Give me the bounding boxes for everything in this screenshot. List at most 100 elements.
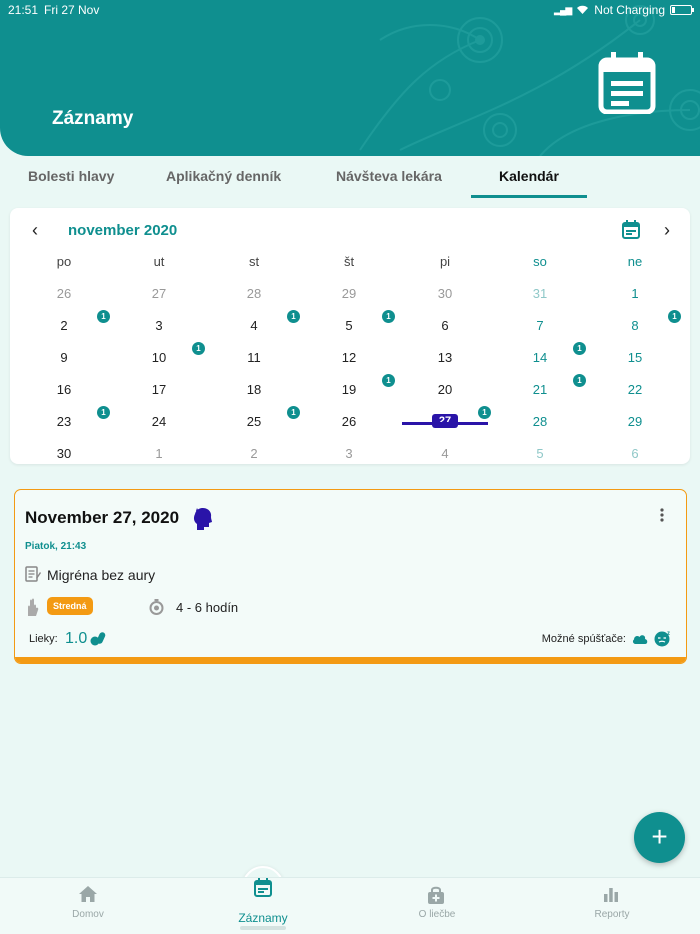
- meds-label: Lieky:: [29, 633, 58, 645]
- calendar-day[interactable]: 29: [329, 286, 369, 301]
- calendar-day[interactable]: 6: [425, 318, 465, 333]
- tab-app-diary[interactable]: Aplikačný denník: [166, 168, 281, 184]
- weekday-label: po: [56, 254, 72, 269]
- header: Záznamy: [0, 0, 700, 156]
- calendar-day[interactable]: 14: [520, 350, 560, 365]
- signal-icon: ▂▄▆: [554, 4, 572, 15]
- nav-home[interactable]: Domov: [18, 878, 158, 934]
- calendar-day[interactable]: 4: [234, 318, 274, 333]
- entry-count-badge: 1: [478, 406, 491, 419]
- active-nav-shadow: [240, 926, 286, 930]
- status-date: Fri 27 Nov: [44, 3, 100, 17]
- prev-month-button[interactable]: ‹: [32, 220, 38, 241]
- bottom-nav: Domov Záznamy O liečbe Reporty: [0, 877, 700, 934]
- weekday-label: so: [533, 254, 547, 269]
- calendar-day[interactable]: 24: [139, 414, 179, 429]
- weekday-label: ut: [153, 254, 165, 269]
- calendar-day[interactable]: 29: [615, 414, 655, 429]
- nav-treatment[interactable]: O liečbe: [367, 878, 507, 934]
- calendar-today-icon[interactable]: [622, 220, 640, 239]
- calendar-day[interactable]: 30: [425, 286, 465, 301]
- add-entry-button[interactable]: +: [634, 812, 685, 863]
- weekday-label: pi: [439, 254, 451, 269]
- svg-text:z: z: [667, 631, 670, 637]
- triggers-label: Možné spúšťače:: [541, 633, 626, 645]
- calendar-day[interactable]: 6: [615, 446, 655, 461]
- calendar-day[interactable]: 22: [615, 382, 655, 397]
- calendar-day[interactable]: 16: [44, 382, 84, 397]
- calendar-day[interactable]: 1: [615, 286, 655, 301]
- home-icon: [79, 886, 97, 902]
- status-time: 21:51: [8, 3, 39, 17]
- weekday-label: ne: [627, 254, 643, 269]
- today-underline: [402, 422, 488, 425]
- migraine-head-icon: [193, 508, 212, 530]
- calendar-day[interactable]: 8: [615, 318, 655, 333]
- calendar-day[interactable]: 1: [139, 446, 179, 461]
- nav-home-label: Domov: [72, 909, 104, 920]
- calendar-day[interactable]: 7: [520, 318, 560, 333]
- calendar-day[interactable]: 12: [329, 350, 369, 365]
- weekday-label: št: [343, 254, 355, 269]
- calendar-day[interactable]: 5: [520, 446, 560, 461]
- calendar-day[interactable]: 23: [44, 414, 84, 429]
- status-bar: 21:51 Fri 27 Nov ▂▄▆ Not Charging: [0, 0, 700, 20]
- charging-status: Not Charging: [594, 3, 665, 17]
- more-options-icon[interactable]: [660, 508, 664, 522]
- calendar-day[interactable]: 5: [329, 318, 369, 333]
- calendar-day[interactable]: 28: [234, 286, 274, 301]
- calendar-day[interactable]: 20: [425, 382, 465, 397]
- calendar-day[interactable]: 17: [139, 382, 179, 397]
- calendar-day[interactable]: 31: [520, 286, 560, 301]
- calendar-day[interactable]: 15: [615, 350, 655, 365]
- calendar-day[interactable]: 30: [44, 446, 84, 461]
- nav-treatment-label: O liečbe: [418, 909, 456, 920]
- tab-calendar[interactable]: Kalendár: [499, 168, 559, 184]
- calendar-day-today[interactable]: 27: [425, 412, 465, 428]
- tab-bar: Bolesti hlavy Aplikačný denník Návšteva …: [0, 156, 700, 200]
- calendar-day[interactable]: 3: [139, 318, 179, 333]
- calendar-day[interactable]: 21: [520, 382, 560, 397]
- calendar-day[interactable]: 2: [234, 446, 274, 461]
- calendar-day[interactable]: 26: [329, 414, 369, 429]
- calendar-day[interactable]: 10: [139, 350, 179, 365]
- calendar-day[interactable]: 18: [234, 382, 274, 397]
- calendar-day[interactable]: 2: [44, 318, 84, 333]
- timer-icon: [149, 599, 164, 615]
- medkit-icon: [428, 886, 444, 904]
- tab-doctor-visit[interactable]: Návšteva lekára: [336, 168, 442, 184]
- entry-count-badge: 1: [192, 342, 205, 355]
- next-month-button[interactable]: ›: [664, 220, 670, 241]
- calendar-day[interactable]: 26: [44, 286, 84, 301]
- pills-icon: [90, 632, 106, 646]
- bar-chart-icon: [604, 888, 618, 902]
- tab-headaches[interactable]: Bolesti hlavy: [28, 168, 114, 184]
- entry-card[interactable]: November 27, 2020 Piatok, 21:43 Migréna …: [14, 489, 687, 664]
- calendar-day[interactable]: 28: [520, 414, 560, 429]
- entry-count-badge: 1: [382, 374, 395, 387]
- note-icon: [25, 566, 41, 582]
- calendar-day[interactable]: 4: [425, 446, 465, 461]
- calendar-day[interactable]: 19: [329, 382, 369, 397]
- nav-reports-label: Reporty: [594, 909, 630, 920]
- entry-count-badge: 1: [97, 406, 110, 419]
- cloud-icon: [632, 635, 648, 644]
- entry-count-badge: 1: [287, 406, 300, 419]
- entry-count-badge: 1: [573, 342, 586, 355]
- sleepy-face-icon: z: [654, 631, 670, 647]
- weekday-label: st: [248, 254, 260, 269]
- entry-count-badge: 1: [287, 310, 300, 323]
- pain-hand-icon: [28, 598, 39, 616]
- calendar-day[interactable]: 9: [44, 350, 84, 365]
- calendar-day[interactable]: 13: [425, 350, 465, 365]
- calendar-note-icon: [254, 878, 272, 897]
- calendar-day[interactable]: 3: [329, 446, 369, 461]
- active-tab-indicator: [471, 195, 587, 198]
- nav-reports[interactable]: Reporty: [542, 878, 682, 934]
- calendar-day[interactable]: 25: [234, 414, 274, 429]
- calendar-day[interactable]: 11: [234, 350, 274, 365]
- entry-date: November 27, 2020: [25, 508, 180, 527]
- nav-records-label: Záznamy: [238, 911, 288, 925]
- page-title: Záznamy: [52, 108, 134, 129]
- calendar-day[interactable]: 27: [139, 286, 179, 301]
